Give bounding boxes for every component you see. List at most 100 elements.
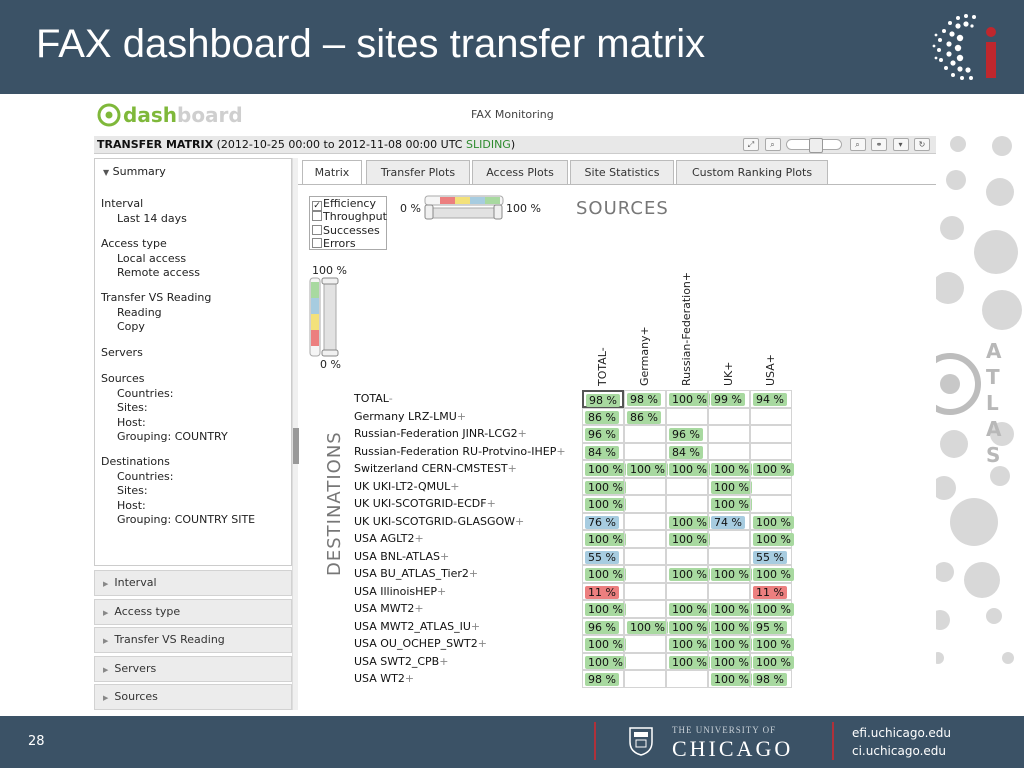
matrix-row-label[interactable]: USA SWT2_CPB+ [354,653,448,671]
matrix-cell[interactable]: 11 % [582,582,624,600]
matrix-row-label[interactable]: USA WT2+ [354,670,414,688]
zoom-in-icon[interactable]: ⌕ [849,138,866,151]
matrix-row-label[interactable]: USA MWT2_ATLAS_IU+ [354,618,480,636]
matrix-row-label[interactable]: USA BU_ATLAS_Tier2+ [354,565,478,583]
matrix-cell[interactable] [624,565,666,583]
ci-link[interactable]: ci.uchicago.edu [852,742,951,760]
matrix-cell[interactable]: 100 % [582,635,626,653]
matrix-cell[interactable] [624,652,666,670]
matrix-cell[interactable] [750,425,792,443]
matrix-cell[interactable] [624,582,666,600]
metric-option-throughput[interactable]: Throughput [310,210,387,223]
matrix-cell[interactable]: 100 % [582,530,626,548]
matrix-cell[interactable] [750,442,792,460]
checkbox-icon[interactable] [312,224,322,235]
matrix-cell[interactable]: 95 % [750,617,792,635]
matrix-cell[interactable]: 96 % [582,425,624,443]
splitter-handle[interactable] [293,428,299,464]
metric-option-successes[interactable]: Successes [310,224,386,237]
matrix-cell[interactable]: 55 % [582,547,624,565]
row-expand-toggle[interactable]: + [487,497,496,510]
matrix-cell[interactable] [666,477,708,495]
matrix-cell[interactable] [666,495,708,513]
row-expand-toggle[interactable]: + [469,567,478,580]
matrix-cell[interactable]: 100 % [708,670,752,688]
matrix-row-label[interactable]: Russian-Federation JINR-LCG2+ [354,425,527,443]
matrix-cell[interactable]: 100 % [750,652,794,670]
matrix-cell[interactable]: 100 % [750,460,794,478]
matrix-cell[interactable] [624,425,666,443]
settings-dropdown-icon[interactable]: ▾ [892,138,909,151]
matrix-row-label[interactable]: USA IllinoisHEP+ [354,583,446,601]
matrix-cell[interactable]: 100 % [750,600,794,618]
matrix-cell[interactable]: 100 % [750,635,794,653]
row-expand-toggle[interactable]: + [556,445,565,458]
metric-option-errors[interactable]: Errors [310,237,386,250]
matrix-cell[interactable]: 100 % [708,495,752,513]
matrix-cell[interactable] [624,512,666,530]
matrix-row-label[interactable]: USA OU_OCHEP_SWT2+ [354,635,487,653]
checkbox-icon[interactable] [312,237,322,248]
matrix-cell[interactable] [666,547,708,565]
matrix-cell[interactable]: 96 % [582,617,624,635]
matrix-cell[interactable] [708,582,750,600]
matrix-cell[interactable]: 76 % [582,512,624,530]
matrix-cell[interactable] [708,407,750,425]
matrix-cell[interactable]: 96 % [666,425,708,443]
matrix-row-label[interactable]: Switzerland CERN-CMSTEST+ [354,460,517,478]
matrix-cell[interactable]: 100 % [708,652,752,670]
matrix-cell[interactable]: 100 % [750,530,794,548]
row-expand-toggle[interactable]: - [389,392,393,405]
matrix-cell[interactable]: 100 % [582,652,626,670]
refresh-icon[interactable]: ↻ [914,138,930,151]
matrix-row-label[interactable]: Russian-Federation RU-Protvino-IHEP+ [354,443,566,461]
matrix-cell[interactable]: 98 % [582,670,624,688]
matrix-cell[interactable]: 100 % [666,390,710,408]
matrix-cell[interactable]: 100 % [666,652,710,670]
matrix-cell[interactable] [750,477,792,495]
accordion-access-type[interactable]: ▶ Access type [94,598,292,625]
matrix-cell[interactable]: 86 % [624,407,666,425]
row-expand-toggle[interactable]: + [450,480,459,493]
matrix-column-header[interactable]: Russian-Federation+ [680,272,694,386]
matrix-cell[interactable] [708,547,750,565]
matrix-column-header[interactable]: TOTAL- [596,296,610,386]
matrix-cell[interactable]: 100 % [666,635,710,653]
matrix-cell[interactable] [750,495,792,513]
matrix-cell[interactable]: 98 % [750,670,792,688]
zoom-slider[interactable] [786,138,842,153]
color-range-slider[interactable] [424,195,504,221]
matrix-cell[interactable]: 100 % [666,617,710,635]
matrix-row-label[interactable]: USA BNL-ATLAS+ [354,548,449,566]
checkbox-icon[interactable] [312,211,322,222]
matrix-cell[interactable]: 100 % [582,565,626,583]
matrix-row-label[interactable]: USA MWT2+ [354,600,424,618]
matrix-column-header[interactable]: USA+ [764,296,778,386]
matrix-cell[interactable]: 11 % [750,582,792,600]
matrix-cell[interactable] [666,670,708,688]
matrix-cell[interactable] [666,582,708,600]
row-expand-toggle[interactable]: + [471,620,480,633]
matrix-cell[interactable] [624,547,666,565]
matrix-cell[interactable]: 100 % [708,635,752,653]
matrix-cell[interactable]: 100 % [582,600,626,618]
matrix-row-label[interactable]: Germany LRZ-LMU+ [354,408,466,426]
row-expand-toggle[interactable]: + [518,427,527,440]
row-expand-toggle[interactable]: + [405,672,414,685]
row-expand-toggle[interactable]: + [437,585,446,598]
link-icon[interactable]: ⚭ [871,138,887,151]
matrix-cell[interactable] [624,442,666,460]
expand-icon[interactable]: ⤢ [743,138,759,151]
tab-transfer-plots[interactable]: Transfer Plots [366,160,470,184]
matrix-cell[interactable]: 100 % [666,600,710,618]
matrix-cell[interactable] [708,442,750,460]
tab-matrix[interactable]: Matrix [302,160,362,185]
matrix-cell[interactable]: 100 % [708,617,752,635]
matrix-row-label[interactable]: UK UKI-SCOTGRID-GLASGOW+ [354,513,524,531]
matrix-cell[interactable] [708,425,750,443]
accordion-servers[interactable]: ▶ Servers [94,655,292,682]
row-expand-toggle[interactable]: + [439,655,448,668]
matrix-cell[interactable] [624,477,666,495]
matrix-column-header[interactable]: UK+ [722,296,736,386]
tab-access-plots[interactable]: Access Plots [472,160,568,184]
